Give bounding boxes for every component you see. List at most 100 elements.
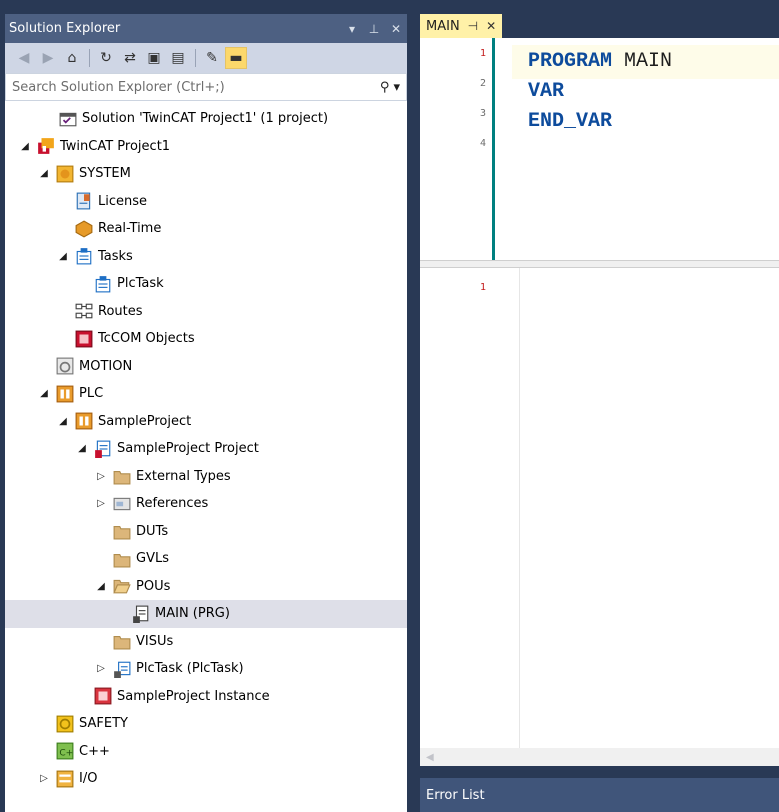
code-line[interactable]: END_VAR [528, 105, 612, 139]
scroll-left-icon[interactable]: ◀ [426, 752, 434, 763]
routes-icon [75, 302, 93, 320]
expanded-arrow-icon[interactable]: ◢ [93, 578, 109, 594]
tab-main[interactable]: MAIN ⊣ ✕ [420, 14, 503, 38]
tree-item[interactable]: ◢ SampleProject Project [5, 435, 407, 463]
line-number-gutter: 1 2 3 4 [420, 38, 492, 260]
tree-item[interactable]: ◢ SYSTEM [5, 160, 407, 188]
tree-item[interactable]: ◢ PLC [5, 380, 407, 408]
expanded-arrow-icon[interactable]: ◢ [55, 248, 71, 264]
horizontal-scrollbar[interactable]: ◀ [420, 748, 779, 766]
error-list-panel[interactable]: Error List [420, 778, 779, 812]
tree-item[interactable]: SAFETY [5, 710, 407, 738]
pin-icon[interactable]: ⊣ [468, 19, 478, 33]
implementation-pane[interactable]: 1 ◀ [420, 268, 779, 766]
change-bar [492, 38, 495, 260]
pin-icon[interactable]: ⊥ [363, 22, 385, 36]
tree-item[interactable]: GVLs [5, 545, 407, 573]
folder-icon [113, 632, 131, 650]
show-all-files-icon[interactable]: ▤ [167, 47, 189, 69]
tree-item[interactable]: MAIN (PRG) [5, 600, 407, 628]
tree-item-label: VISUs [136, 633, 174, 649]
forward-icon[interactable]: ▶ [37, 47, 59, 69]
tree-item-label: Real-Time [98, 221, 162, 237]
twincat-project-icon [37, 137, 55, 155]
tree-item[interactable]: Solution 'TwinCAT Project1' (1 project) [5, 105, 407, 133]
tree-item[interactable]: ◢ POUs [5, 573, 407, 601]
expander-placeholder [55, 303, 71, 319]
tree-item-label: DUTs [136, 523, 169, 539]
expander-placeholder [36, 743, 52, 759]
expander-placeholder [93, 633, 109, 649]
search-input[interactable]: Search Solution Explorer (Ctrl+;) ⚲ ▾ [5, 73, 407, 101]
tree-item-label: TwinCAT Project1 [60, 138, 171, 154]
collapsed-arrow-icon[interactable]: ▷ [93, 468, 109, 484]
tree-item[interactable]: ▷ External Types [5, 463, 407, 491]
task-icon [94, 275, 112, 293]
tree-item[interactable]: ▷ References [5, 490, 407, 518]
dropdown-icon[interactable]: ▾ [341, 22, 363, 36]
expander-placeholder [55, 193, 71, 209]
code-identifier: MAIN [624, 50, 673, 73]
declaration-pane[interactable]: 1234 PROGRAM MAIN VAR END_VAR [420, 38, 779, 260]
expanded-arrow-icon[interactable]: ◢ [55, 413, 71, 429]
expander-placeholder [112, 606, 128, 622]
expanded-arrow-icon[interactable]: ◢ [74, 441, 90, 457]
preview-icon[interactable]: ▬ [225, 47, 247, 69]
close-icon[interactable]: ✕ [486, 19, 496, 33]
collapsed-arrow-icon[interactable]: ▷ [93, 496, 109, 512]
tree-item-label: SAFETY [79, 716, 128, 732]
motion-icon [56, 357, 74, 375]
tree-item-label: PLC [79, 386, 104, 402]
tasks-icon [75, 247, 93, 265]
tree-item[interactable]: TcCOM Objects [5, 325, 407, 353]
tree-item[interactable]: PlcTask [5, 270, 407, 298]
tree-item[interactable]: ◢ Tasks [5, 243, 407, 271]
tree-item[interactable]: VISUs [5, 628, 407, 656]
search-icon[interactable]: ⚲ ▾ [380, 80, 400, 95]
tree-item-label: SampleProject Instance [117, 688, 270, 704]
tree-item[interactable]: MOTION [5, 353, 407, 381]
history-icon[interactable]: ↻ [95, 47, 117, 69]
code-keyword: VAR [528, 80, 565, 103]
home-icon[interactable]: ⌂ [61, 47, 83, 69]
folder-icon [113, 522, 131, 540]
realtime-icon [75, 220, 93, 238]
toolbar-separator [85, 47, 93, 69]
close-icon[interactable]: ✕ [385, 22, 407, 36]
code-editor[interactable]: 1234 PROGRAM MAIN VAR END_VAR 1 ◀ [420, 38, 779, 766]
collapsed-arrow-icon[interactable]: ▷ [36, 771, 52, 787]
tree-item-label: SampleProject Project [117, 441, 259, 457]
collapse-all-icon[interactable]: ▣ [143, 47, 165, 69]
sync-icon[interactable]: ⇄ [119, 47, 141, 69]
tree-item[interactable]: C+ C++ [5, 738, 407, 766]
tree-item[interactable]: License [5, 188, 407, 216]
license-icon [75, 192, 93, 210]
search-placeholder: Search Solution Explorer (Ctrl+;) [12, 79, 225, 95]
tree-item[interactable]: ◢ SampleProject [5, 408, 407, 436]
code-line[interactable]: VAR [528, 75, 564, 109]
code-line[interactable]: PROGRAM MAIN [512, 45, 779, 79]
io-icon [56, 770, 74, 788]
folder-icon [113, 550, 131, 568]
properties-icon[interactable]: ✎ [201, 47, 223, 69]
toolbar-separator [191, 47, 199, 69]
tree-item[interactable]: SampleProject Instance [5, 683, 407, 711]
tree-item[interactable]: DUTs [5, 518, 407, 546]
expanded-arrow-icon[interactable]: ◢ [36, 386, 52, 402]
expanded-arrow-icon[interactable]: ◢ [17, 138, 33, 154]
collapsed-arrow-icon[interactable]: ▷ [93, 661, 109, 677]
tree-item[interactable]: ▷ I/O [5, 765, 407, 793]
solution-explorer-panel: Solution Explorer ▾ ⊥ ✕ ◀ ▶ ⌂ ↻ ⇄ ▣ ▤ ✎ … [5, 14, 407, 812]
tree-item[interactable]: Routes [5, 298, 407, 326]
expanded-arrow-icon[interactable]: ◢ [36, 166, 52, 182]
back-icon[interactable]: ◀ [13, 47, 35, 69]
tree-item[interactable]: ▷ PlcTask (PlcTask) [5, 655, 407, 683]
folder-icon [113, 467, 131, 485]
pane-splitter[interactable] [420, 260, 779, 268]
tree-item[interactable]: ◢ TwinCAT Project1 [5, 133, 407, 161]
plc-project-file-icon [94, 440, 112, 458]
svg-text:C+: C+ [59, 749, 73, 759]
tree-item[interactable]: Real-Time [5, 215, 407, 243]
tree-item-label: I/O [79, 771, 98, 787]
expander-placeholder [36, 716, 52, 732]
